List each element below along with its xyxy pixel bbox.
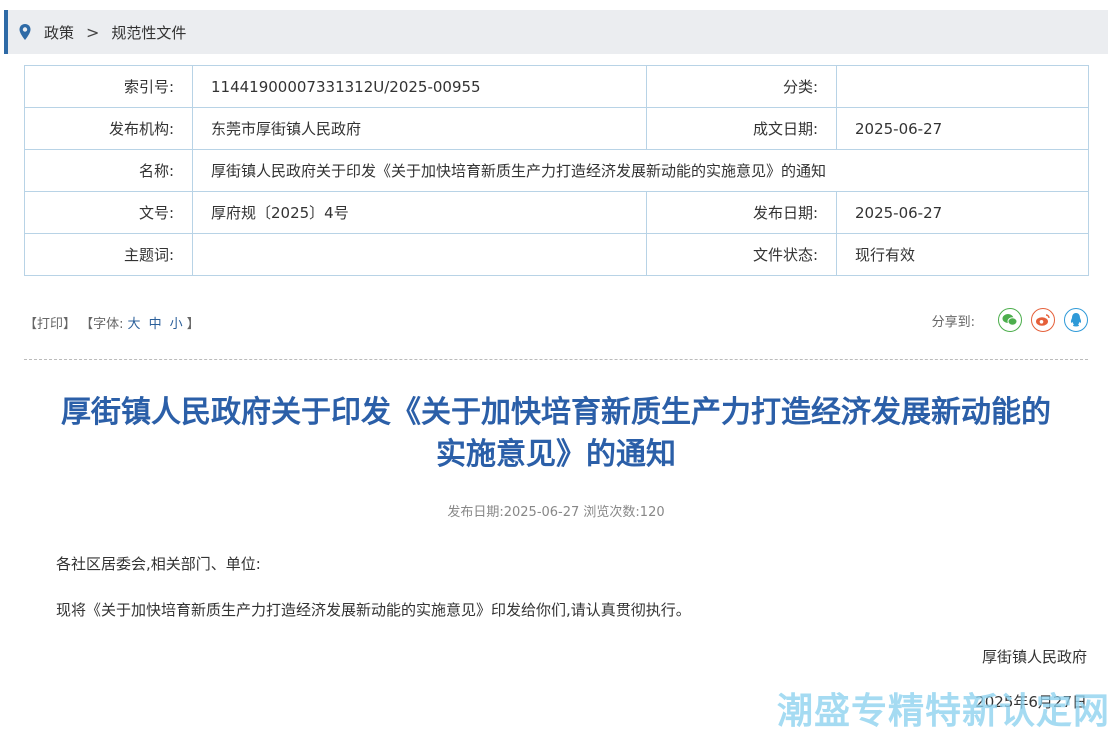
keywords-value: [192, 233, 647, 276]
publish-date-value: 2025-06-27: [836, 191, 1089, 234]
document-meta-table: 索引号: 11441900007331312U/2025-00955 分类: 发…: [24, 65, 1089, 276]
font-size-large[interactable]: 大: [128, 317, 141, 332]
font-size-medium[interactable]: 中: [149, 317, 162, 332]
status-label: 文件状态:: [646, 233, 837, 276]
breadcrumb: 政策 > 规范性文件: [4, 10, 1108, 54]
salutation: 各社区居委会,相关部门、单位:: [56, 555, 261, 573]
publisher-value: 东莞市厚街镇人民政府: [192, 107, 647, 150]
watermark: 潮盛专精特新认定网: [776, 691, 1110, 732]
written-date-label: 成文日期:: [646, 107, 837, 150]
location-pin-icon: [19, 24, 31, 40]
meta-row: 索引号: 11441900007331312U/2025-00955 分类:: [24, 65, 1089, 108]
breadcrumb-item-policy[interactable]: 政策: [44, 22, 74, 43]
doc-number-label: 文号:: [24, 191, 193, 234]
written-date-value: 2025-06-27: [836, 107, 1089, 150]
index-label: 索引号:: [24, 65, 193, 108]
keywords-label: 主题词:: [24, 233, 193, 276]
meta-row: 文号: 厚府规〔2025〕4号 发布日期: 2025-06-27: [24, 191, 1089, 234]
publisher-label: 发布机构:: [24, 107, 193, 150]
font-size-small[interactable]: 小: [170, 317, 183, 332]
article-title: 厚街镇人民政府关于印发《关于加快培育新质生产力打造经济发展新动能的 实施意见》的…: [24, 392, 1088, 476]
name-value: 厚街镇人民政府关于印发《关于加快培育新质生产力打造经济发展新动能的实施意见》的通…: [192, 149, 1089, 192]
signature: 厚街镇人民政府: [981, 648, 1087, 666]
doc-number-value: 厚府规〔2025〕4号: [192, 191, 647, 234]
breadcrumb-item-normative-documents[interactable]: 规范性文件: [111, 22, 186, 43]
weibo-icon[interactable]: [1031, 308, 1055, 332]
article-title-line-2: 实施意见》的通知: [436, 437, 676, 472]
article-info: 发布日期:2025-06-27 浏览次数:120: [447, 505, 665, 520]
qq-icon[interactable]: [1064, 308, 1088, 332]
meta-row: 主题词: 文件状态: 现行有效: [24, 233, 1089, 276]
font-size-prefix: 【字体:: [80, 317, 124, 332]
print-link[interactable]: 【打印】: [24, 317, 76, 332]
publish-date-label: 发布日期:: [646, 191, 837, 234]
article-toolbar: 【打印】 【字体: 大中小】 分享到:: [24, 308, 1088, 334]
share-label: 分享到:: [931, 314, 975, 330]
meta-row: 发布机构: 东莞市厚街镇人民政府 成文日期: 2025-06-27: [24, 107, 1089, 150]
category-label: 分类:: [646, 65, 837, 108]
name-label: 名称:: [24, 149, 193, 192]
wechat-icon[interactable]: [998, 308, 1022, 332]
breadcrumb-separator: >: [86, 22, 100, 42]
article-body: 现将《关于加快培育新质生产力打造经济发展新动能的实施意见》印发给你们,请认真贯彻…: [56, 601, 691, 619]
article-title-line-1: 厚街镇人民政府关于印发《关于加快培育新质生产力打造经济发展新动能的: [61, 395, 1051, 430]
meta-row: 名称: 厚街镇人民政府关于印发《关于加快培育新质生产力打造经济发展新动能的实施意…: [24, 149, 1089, 192]
category-value: [836, 65, 1089, 108]
divider: [24, 359, 1088, 360]
index-value: 11441900007331312U/2025-00955: [192, 65, 647, 108]
font-size-suffix: 】: [186, 317, 200, 332]
status-value: 现行有效: [836, 233, 1089, 276]
